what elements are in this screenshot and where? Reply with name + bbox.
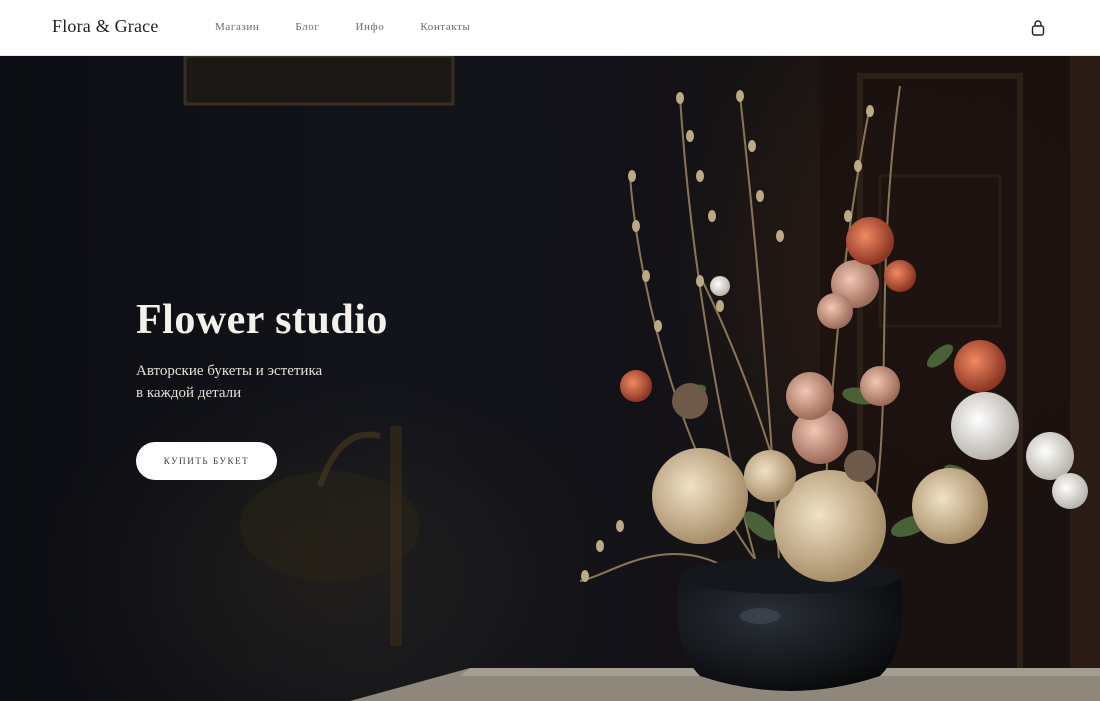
hero-title: Flower studio [136, 297, 388, 343]
hero-subtitle-line: в каждой детали [136, 385, 242, 401]
site-header: Flora & Grace Магазин Блог Инфо Контакты [0, 0, 1100, 56]
hero-subtitle: Авторские букеты и эстетика в каждой дет… [136, 360, 396, 404]
nav-item-shop[interactable]: Магазин [215, 21, 259, 33]
nav-item-info[interactable]: Инфо [355, 21, 384, 33]
main-nav: Магазин Блог Инфо Контакты [215, 21, 507, 33]
hero-subtitle-line: Авторские букеты и эстетика [136, 363, 323, 379]
buy-bouquet-button[interactable]: КУПИТЬ БУКЕТ [136, 442, 277, 480]
nav-item-contacts[interactable]: Контакты [420, 21, 470, 33]
nav-item-blog[interactable]: Блог [295, 21, 319, 33]
shopping-bag-icon[interactable] [1030, 19, 1046, 37]
hero-section: Flower studio Авторские букеты и эстетик… [0, 56, 1100, 701]
site-logo[interactable]: Flora & Grace [52, 16, 159, 37]
